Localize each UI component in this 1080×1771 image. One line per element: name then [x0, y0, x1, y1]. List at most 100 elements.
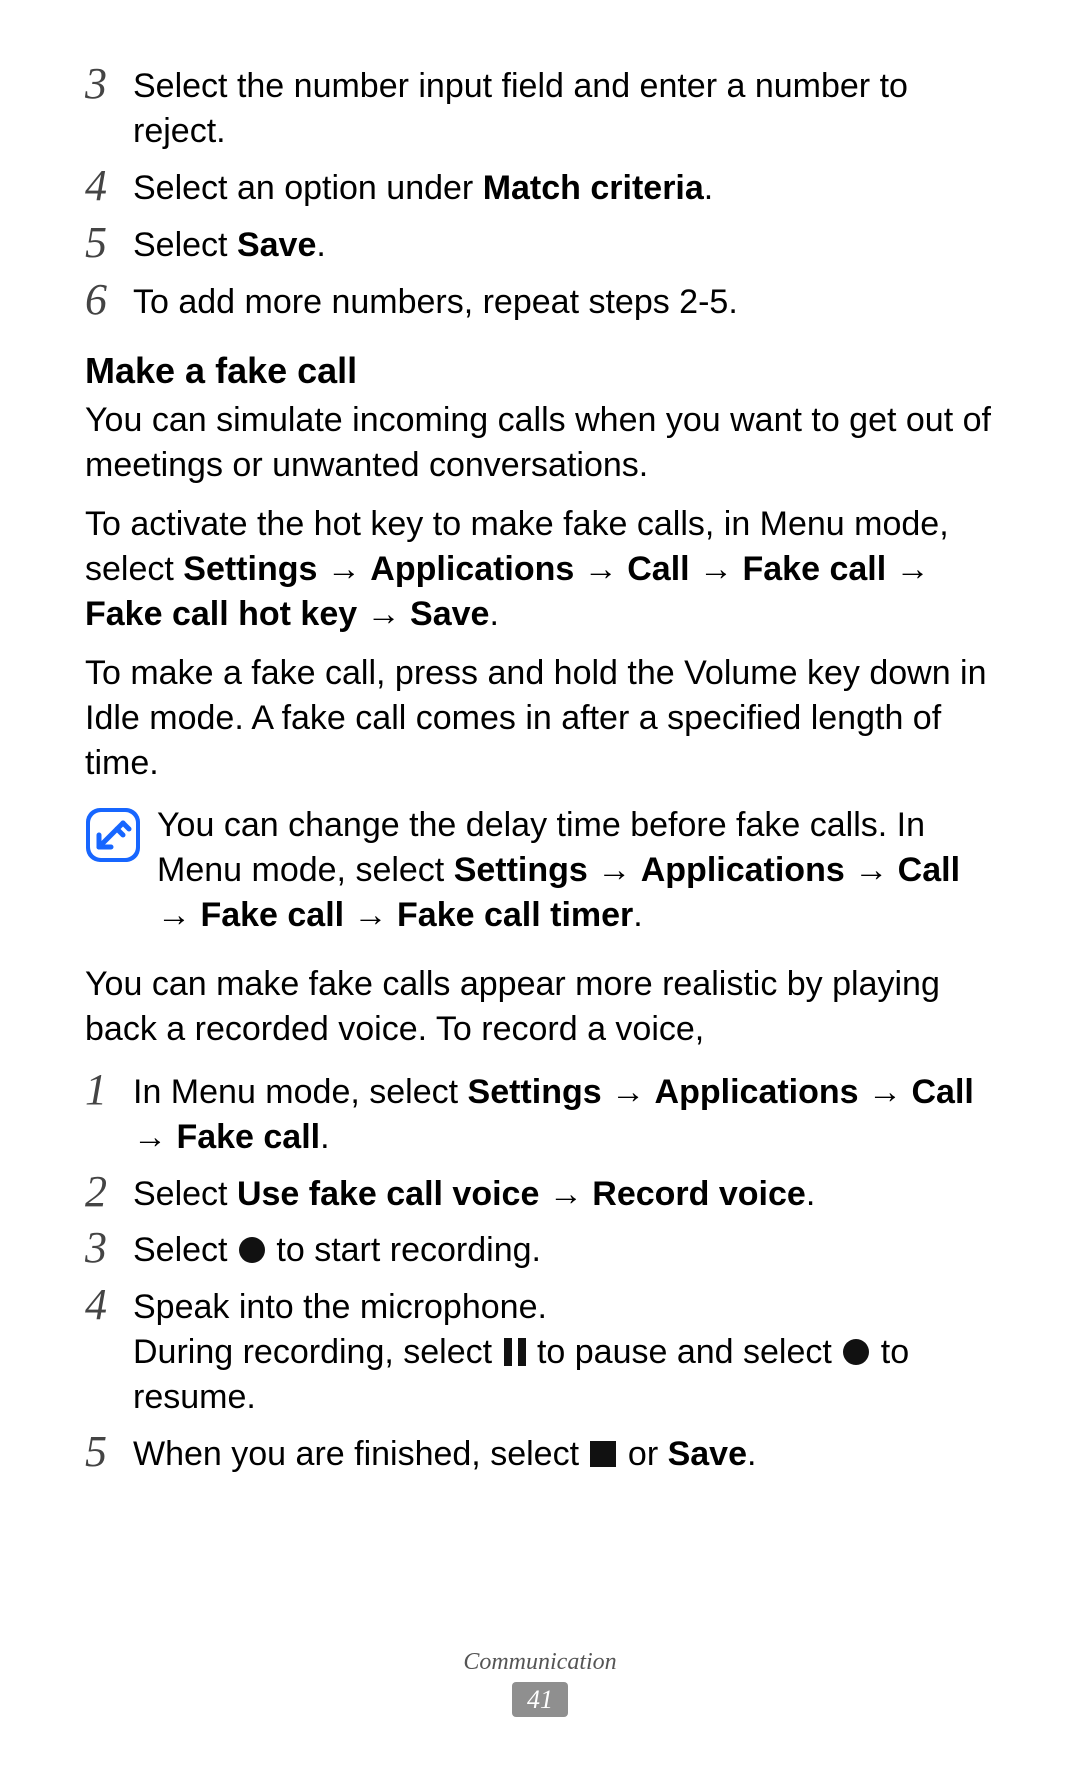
paragraph-hotkey: To activate the hot key to make fake cal…: [85, 502, 995, 637]
footer-section-name: Communication: [0, 1649, 1080, 1676]
text: When you are finished, select: [133, 1435, 588, 1473]
arrow-icon: →: [133, 1118, 176, 1156]
bold-text: Record voice: [592, 1175, 806, 1213]
text: To make a fake call, press and hold the …: [85, 654, 987, 782]
step: 2Select Use fake call voice → Record voi…: [85, 1168, 995, 1217]
bold-text: Fake call hot key: [85, 595, 357, 633]
bold-text: Call: [911, 1073, 973, 1111]
bold-text: Settings: [183, 550, 317, 588]
bold-text: Applications: [641, 851, 845, 889]
text: You can simulate incoming calls when you…: [85, 401, 991, 484]
step-text: Select an option under Match criteria.: [133, 162, 995, 211]
bold-text: Save: [237, 226, 316, 264]
step-text: Select Save.: [133, 219, 995, 268]
step-text: Speak into the microphone. During recordi…: [133, 1281, 995, 1420]
bold-text: Settings: [468, 1073, 602, 1111]
note-block: You can change the delay time before fak…: [85, 803, 995, 938]
arrow-icon: →: [886, 550, 929, 588]
text: To add more numbers, repeat steps 2-5.: [133, 283, 738, 321]
arrow-icon: →: [574, 550, 627, 588]
paragraph-recordintro: You can make fake calls appear more real…: [85, 962, 995, 1052]
page-footer: Communication 41: [0, 1649, 1080, 1717]
text: During recording, select: [133, 1333, 502, 1371]
step: 3Select to start recording.: [85, 1224, 995, 1273]
arrow-icon: →: [157, 896, 200, 934]
step-number: 5: [85, 1428, 133, 1474]
arrow-icon: →: [357, 595, 410, 633]
step-number: 1: [85, 1066, 133, 1112]
text: You can make fake calls appear more real…: [85, 965, 940, 1048]
note-icon: [85, 807, 141, 863]
bold-text: Fake call: [200, 896, 344, 934]
text: to start recording.: [267, 1231, 541, 1269]
step-number: 6: [85, 276, 133, 322]
bold-text: Match criteria: [483, 169, 704, 207]
arrow-icon: →: [317, 550, 370, 588]
bold-text: Save: [410, 595, 489, 633]
paragraph-intro: You can simulate incoming calls when you…: [85, 398, 995, 488]
text: .: [633, 896, 642, 934]
step-text: Select the number input field and enter …: [133, 60, 995, 154]
bold-text: Fake call: [176, 1118, 320, 1156]
bold-text: Applications: [655, 1073, 859, 1111]
arrow-icon: →: [690, 550, 743, 588]
pause-icon: [504, 1338, 526, 1366]
bold-text: Use fake call voice: [237, 1175, 539, 1213]
arrow-icon: →: [539, 1175, 592, 1213]
step-text: When you are finished, select or Save.: [133, 1428, 995, 1477]
text: Speak into the microphone.: [133, 1288, 547, 1326]
bold-text: Save: [668, 1435, 747, 1473]
manual-page: 3Select the number input field and enter…: [0, 0, 1080, 1477]
step: 4Select an option under Match criteria.: [85, 162, 995, 211]
paragraph-makecall: To make a fake call, press and hold the …: [85, 651, 995, 786]
text: .: [704, 169, 713, 207]
text: .: [489, 595, 498, 633]
text: or: [618, 1435, 667, 1473]
text: .: [747, 1435, 756, 1473]
step: 3Select the number input field and enter…: [85, 60, 995, 154]
record-icon: [239, 1237, 265, 1263]
step: 5When you are finished, select or Save.: [85, 1428, 995, 1477]
text: Select: [133, 1175, 237, 1213]
page-number-badge: 41: [512, 1682, 568, 1717]
step: 5Select Save.: [85, 219, 995, 268]
step-text: Select Use fake call voice → Record voic…: [133, 1168, 995, 1217]
text: .: [806, 1175, 815, 1213]
step-number: 3: [85, 1224, 133, 1270]
step: 6To add more numbers, repeat steps 2-5.: [85, 276, 995, 325]
top-step-list: 3Select the number input field and enter…: [85, 60, 995, 324]
step-number: 5: [85, 219, 133, 265]
step-number: 4: [85, 1281, 133, 1327]
bold-text: Fake call: [743, 550, 887, 588]
arrow-icon: →: [845, 851, 898, 889]
arrow-icon: →: [588, 851, 641, 889]
step-text: Select to start recording.: [133, 1224, 995, 1273]
bold-text: Fake call timer: [397, 896, 633, 934]
record-icon: [843, 1339, 869, 1365]
text: In Menu mode, select: [133, 1073, 468, 1111]
step-number: 3: [85, 60, 133, 106]
bold-text: Call: [627, 550, 689, 588]
text: Select the number input field and enter …: [133, 67, 908, 150]
step-number: 4: [85, 162, 133, 208]
arrow-icon: →: [344, 896, 397, 934]
text: .: [320, 1118, 329, 1156]
text: to pause and select: [528, 1333, 842, 1371]
bold-text: Applications: [370, 550, 574, 588]
text: Select: [133, 1231, 237, 1269]
step-number: 2: [85, 1168, 133, 1214]
text: Select an option under: [133, 169, 483, 207]
bold-text: Call: [898, 851, 960, 889]
text: Select: [133, 226, 237, 264]
bottom-step-list: 1In Menu mode, select Settings → Applica…: [85, 1066, 995, 1477]
arrow-icon: →: [602, 1073, 655, 1111]
bold-text: Settings: [454, 851, 588, 889]
step: 1In Menu mode, select Settings → Applica…: [85, 1066, 995, 1160]
step-text: To add more numbers, repeat steps 2-5.: [133, 276, 995, 325]
section-title: Make a fake call: [85, 350, 995, 392]
text: .: [316, 226, 325, 264]
step-text: In Menu mode, select Settings → Applicat…: [133, 1066, 995, 1160]
note-text: You can change the delay time before fak…: [157, 803, 995, 938]
stop-icon: [590, 1441, 616, 1467]
step: 4Speak into the microphone. During record…: [85, 1281, 995, 1420]
